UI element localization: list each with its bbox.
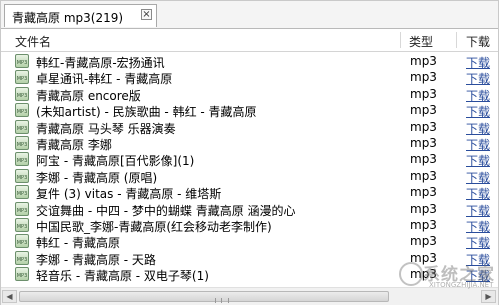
list-item[interactable]: 交谊舞曲 - 中四 - 梦中的蝴蝶 青藏高原 涵漫的心mp3下载: [1, 201, 498, 218]
column-header-type[interactable]: 类型: [409, 33, 433, 50]
mp3-file-icon: [15, 218, 29, 232]
file-name: 轻音乐 - 青藏高原 - 双电子琴(1): [36, 269, 209, 284]
mp3-file-icon: [15, 70, 29, 85]
list-item[interactable]: 阿宝 - 青藏高原[百代影像](1)mp3下载: [1, 151, 498, 168]
list-item[interactable]: (未知artist) - 民族歌曲 - 韩红 - 青藏高原mp3下载: [1, 102, 498, 119]
close-icon[interactable]: ×: [141, 9, 152, 20]
watermark: 系统之家 XITONGZHIJIA.NET: [399, 258, 499, 290]
file-type: mp3: [410, 201, 437, 216]
mp3-file-icon: [15, 103, 29, 118]
file-type: mp3: [410, 168, 437, 183]
column-divider[interactable]: [456, 32, 457, 48]
arrow-right-icon[interactable]: ▶: [481, 290, 496, 303]
file-type: mp3: [410, 218, 437, 232]
mp3-file-icon: [15, 267, 29, 282]
scrollbar-thumb[interactable]: [19, 291, 389, 303]
list-item[interactable]: 韩红-青藏高原-宏扬通讯mp3下载: [1, 53, 498, 70]
file-type: mp3: [410, 136, 437, 150]
file-list-panel: 青藏高原 mp3(219) × 文件名 类型 下载 韩红-青藏高原-宏扬通讯mp…: [0, 0, 499, 305]
watermark-url: XITONGZHIJIA.NET: [429, 281, 494, 289]
file-type: mp3: [410, 70, 437, 85]
file-type: mp3: [410, 103, 437, 118]
mp3-file-icon: [15, 250, 29, 265]
list-item[interactable]: 中国民歌_李娜-青藏高原(红会移动老李制作)mp3下载: [1, 217, 498, 234]
list-item[interactable]: 青藏高原 encore版mp3下载: [1, 86, 498, 103]
watermark-logo-icon: [399, 262, 423, 286]
grip-icon: [215, 298, 229, 303]
list-item[interactable]: 卓星通讯-韩红 - 青藏高原mp3下载: [1, 69, 498, 86]
column-header-name[interactable]: 文件名: [15, 33, 51, 50]
file-type: mp3: [410, 152, 437, 167]
list-item[interactable]: 复件 (3) vitas - 青藏高原 - 维塔斯mp3下载: [1, 184, 498, 201]
file-list: 韩红-青藏高原-宏扬通讯mp3下载卓星通讯-韩红 - 青藏高原mp3下载青藏高原…: [1, 53, 498, 285]
column-header: 文件名 类型 下载: [1, 29, 498, 52]
mp3-file-icon: [15, 185, 29, 200]
list-item[interactable]: 李娜 - 青藏高原 (原唱)mp3下载: [1, 168, 498, 185]
list-item[interactable]: 青藏高原 马头琴 乐器演奏mp3下载: [1, 119, 498, 136]
tab-strip: 青藏高原 mp3(219) ×: [1, 1, 498, 29]
file-type: mp3: [410, 185, 437, 200]
mp3-file-icon: [15, 119, 29, 134]
file-type: mp3: [410, 119, 437, 134]
mp3-file-icon: [15, 136, 29, 150]
mp3-file-icon: [15, 168, 29, 183]
mp3-file-icon: [15, 234, 29, 249]
tab-title: 青藏高原 mp3(219): [12, 11, 124, 25]
mp3-file-icon: [15, 201, 29, 216]
column-header-download[interactable]: 下载: [466, 33, 490, 50]
tab-search-results[interactable]: 青藏高原 mp3(219) ×: [4, 4, 157, 27]
column-divider[interactable]: [400, 32, 401, 48]
mp3-file-icon: [15, 152, 29, 167]
list-item[interactable]: 青藏高原 李娜mp3下载: [1, 135, 498, 152]
mp3-file-icon: [15, 86, 29, 101]
mp3-file-icon: [15, 54, 29, 68]
file-type: mp3: [410, 234, 437, 249]
arrow-left-icon[interactable]: ◀: [2, 290, 17, 303]
file-type: mp3: [410, 54, 437, 68]
file-type: mp3: [410, 86, 437, 101]
list-item[interactable]: 韩红 - 青藏高原mp3下载: [1, 233, 498, 250]
